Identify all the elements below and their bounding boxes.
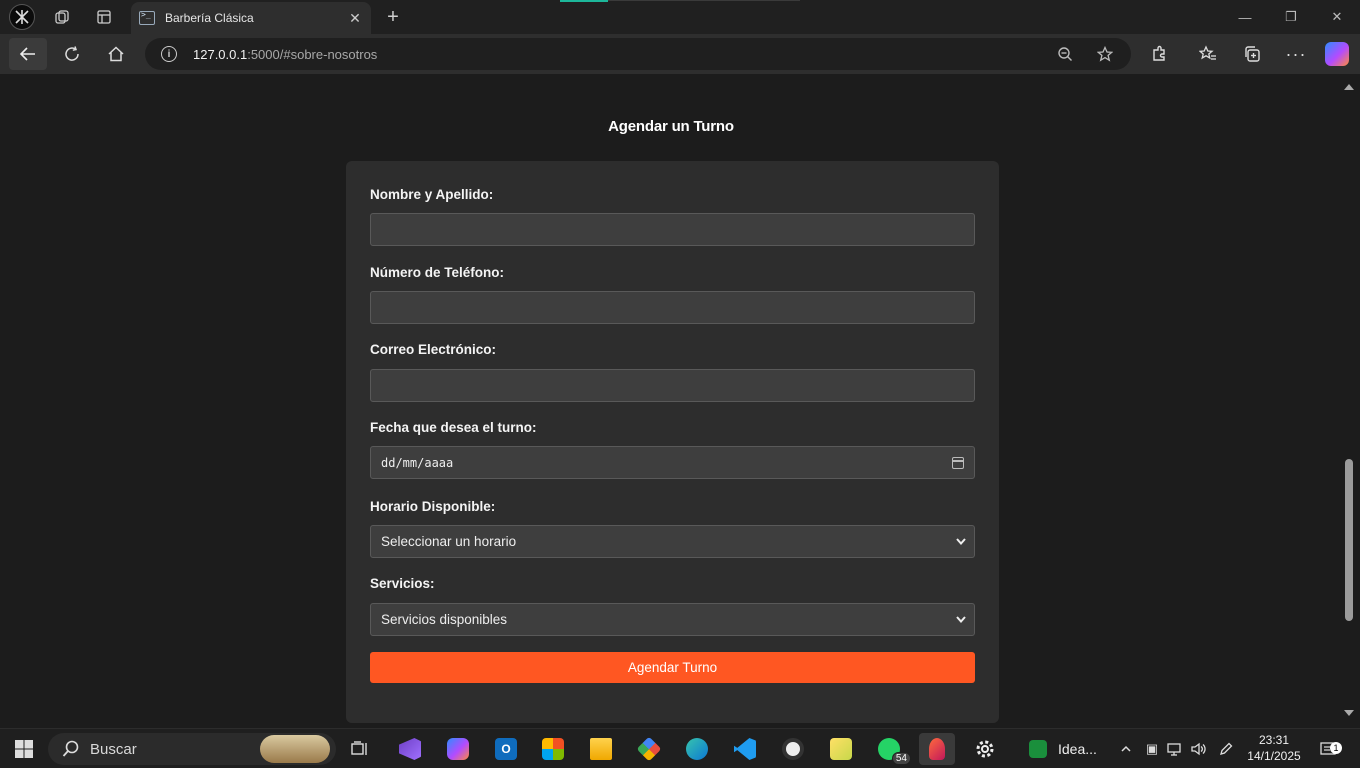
phone-label: Número de Teléfono: [370, 265, 505, 280]
snipping-tool-icon[interactable] [919, 733, 955, 765]
tab-strip-accent [560, 0, 608, 2]
sticky-notes-icon[interactable] [823, 733, 859, 765]
system-clock[interactable]: 23:31 14/1/2025 [1243, 732, 1305, 764]
workspaces-icon[interactable] [50, 5, 74, 29]
task-view-icon[interactable] [342, 733, 378, 765]
terminal-favicon-icon [139, 10, 155, 25]
email-label: Correo Electrónico: [370, 342, 497, 357]
back-button[interactable] [9, 38, 47, 70]
close-window-button[interactable]: ✕ [1314, 0, 1360, 34]
page-scrollbar[interactable] [1342, 74, 1360, 728]
phone-input[interactable] [370, 291, 975, 324]
browser-toolbar: i 127.0.0.1:5000/#sobre-nosotros ··· [0, 34, 1360, 74]
scroll-down-arrow-icon[interactable] [1344, 710, 1354, 716]
time-select[interactable]: Seleccionar un horario [370, 525, 975, 558]
copilot-icon[interactable] [1325, 42, 1349, 66]
collections-icon[interactable] [1236, 38, 1268, 70]
name-input[interactable] [370, 213, 975, 246]
obs-icon[interactable] [775, 733, 811, 765]
notifications-count: 1 [1330, 742, 1342, 754]
scrollbar-thumb[interactable] [1345, 459, 1353, 621]
site-info-icon[interactable]: i [161, 46, 177, 62]
calendar-icon[interactable] [952, 457, 964, 469]
ideas-app-label: Idea... [1058, 741, 1097, 757]
date-label: Fecha que desea el turno: [370, 420, 537, 435]
network-icon[interactable] [1166, 741, 1182, 757]
copilot-app-icon[interactable] [440, 733, 476, 765]
url-host: 127.0.0.1 [193, 46, 248, 62]
vscode-icon[interactable] [727, 733, 763, 765]
new-tab-icon[interactable]: + [381, 5, 405, 29]
favorites-icon[interactable] [1192, 38, 1224, 70]
refresh-button[interactable] [56, 38, 88, 70]
restore-button[interactable]: ❐ [1268, 0, 1314, 34]
pen-icon[interactable] [1218, 741, 1234, 757]
windows-taskbar: Buscar O 54 Idea... ▣ 23:31 14/1/2025 1 [0, 728, 1360, 768]
settings-gear-icon[interactable] [967, 733, 1003, 765]
ideas-app-icon[interactable] [1020, 733, 1056, 765]
clock-date: 14/1/2025 [1247, 749, 1301, 763]
tab-strip-divider [608, 0, 800, 1]
address-bar[interactable]: i 127.0.0.1:5000/#sobre-nosotros [145, 38, 1131, 70]
page-viewport: Agendar un Turno Nombre y Apellido: Núme… [0, 74, 1342, 728]
search-icon [62, 740, 79, 757]
name-label: Nombre y Apellido: [370, 187, 494, 202]
windows-logo-icon [15, 740, 33, 758]
search-highlight-image [260, 735, 330, 763]
search-label: Buscar [90, 740, 137, 758]
time-label: Horario Disponible: [370, 499, 496, 514]
profile-icon[interactable] [9, 4, 35, 30]
services-label: Servicios: [370, 576, 435, 591]
booking-form: Nombre y Apellido: Número de Teléfono: C… [346, 161, 999, 723]
zoom-out-icon[interactable] [1057, 46, 1073, 62]
edge-browser-icon[interactable] [679, 733, 715, 765]
more-menu-icon[interactable]: ··· [1280, 38, 1312, 70]
url-path: :5000/#sobre-nosotros [247, 46, 378, 62]
visual-studio-icon[interactable] [392, 733, 428, 765]
camera-app-icon[interactable]: ▣ [1144, 741, 1160, 757]
start-button[interactable] [6, 733, 42, 765]
submit-appointment-button[interactable]: Agendar Turno [370, 652, 975, 683]
whatsapp-icon[interactable]: 54 [871, 733, 911, 765]
microsoft-store-icon[interactable] [535, 733, 571, 765]
time-select-value: Seleccionar un horario [381, 534, 517, 549]
show-hidden-icons-chevron-up-icon[interactable] [1118, 741, 1134, 757]
chevron-down-icon [956, 616, 966, 624]
scroll-up-arrow-icon[interactable] [1344, 84, 1354, 90]
date-placeholder: dd/mm/aaaa [381, 455, 454, 470]
services-select[interactable]: Servicios disponibles [370, 603, 975, 636]
chevron-down-icon [956, 538, 966, 546]
section-title: Agendar un Turno [608, 118, 734, 135]
vertical-tabs-icon[interactable] [92, 5, 116, 29]
tab-title: Barbería Clásica [165, 11, 254, 25]
browser-titlebar: Barbería Clásica ✕ + — ❐ ✕ [0, 0, 1360, 34]
whatsapp-badge: 54 [891, 752, 911, 765]
close-tab-icon[interactable]: ✕ [345, 8, 365, 28]
active-tab[interactable]: Barbería Clásica ✕ [131, 2, 371, 34]
extensions-icon[interactable] [1143, 38, 1175, 70]
volume-icon[interactable] [1190, 741, 1206, 757]
email-input[interactable] [370, 369, 975, 402]
git-tool-icon[interactable] [631, 733, 667, 765]
file-explorer-icon[interactable] [583, 733, 619, 765]
outlook-icon[interactable]: O [488, 733, 524, 765]
home-button[interactable] [100, 38, 132, 70]
services-select-value: Servicios disponibles [381, 612, 508, 627]
minimize-button[interactable]: — [1222, 0, 1268, 34]
taskbar-search[interactable]: Buscar [48, 733, 336, 765]
favorite-star-icon[interactable] [1097, 46, 1113, 62]
date-input[interactable]: dd/mm/aaaa [370, 446, 975, 479]
clock-time: 23:31 [1258, 733, 1290, 747]
